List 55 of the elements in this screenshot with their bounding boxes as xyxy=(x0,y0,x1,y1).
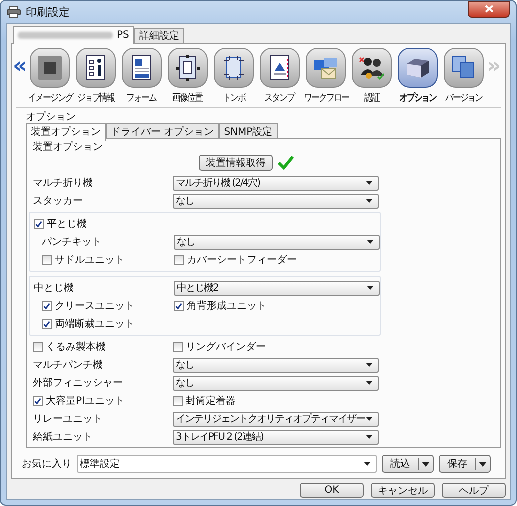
field-label: リレーユニット xyxy=(33,413,104,426)
field-label: パンチキット xyxy=(41,236,103,249)
checkbox-label: 大容量PIユニット xyxy=(46,394,125,408)
split-button[interactable]: 読込 xyxy=(382,455,434,473)
field-label: マルチ折り機 xyxy=(33,176,94,190)
toolbar-item[interactable]: ジョブ情報 xyxy=(73,48,119,105)
toolbar-item[interactable]: トンボ xyxy=(211,48,257,105)
split-button[interactable]: 保存 xyxy=(439,455,491,473)
toolbar-item[interactable]: 認証 xyxy=(349,48,395,105)
dropdown[interactable]: インテリジェントクオリティオプティマイザー xyxy=(173,412,379,426)
dropdown[interactable]: なし xyxy=(173,376,379,390)
checkbox-label: 角背形成ユニット xyxy=(187,300,267,313)
toolbar-item[interactable]: スタンプ xyxy=(257,48,303,105)
checkbox-label: 平とじ機 xyxy=(47,218,87,231)
dropdown[interactable]: なし xyxy=(173,358,379,372)
tab[interactable]: 装置オプション xyxy=(26,123,106,141)
dialog-button[interactable]: OK xyxy=(300,483,364,498)
checkbox-label: 両端断裁ユニット xyxy=(55,318,135,331)
dialog-button[interactable]: キャンセル xyxy=(371,483,435,498)
dropdown[interactable]: 3トレイPFU 2 (2連結) xyxy=(173,430,379,444)
field-label: 中とじ機 xyxy=(34,282,75,295)
field-label: マルチパンチ機 xyxy=(33,358,104,372)
favorites-label: お気に入り xyxy=(22,458,72,471)
tab-label: PS xyxy=(117,30,130,41)
panel-title: 装置オプション xyxy=(32,140,104,154)
toolbar-item[interactable]: ワークフロー xyxy=(303,48,349,105)
checkbox-label: リングバインダー xyxy=(186,341,266,354)
toolbar-item[interactable]: フォーム xyxy=(119,48,165,105)
tab-label: 詳細設定 xyxy=(139,30,180,43)
fetch-device-info-button[interactable]: 装置情報取得 xyxy=(199,155,273,171)
previous-button[interactable]: « xyxy=(13,48,27,86)
checkbox-label: クリースユニット xyxy=(55,300,135,313)
field-label: 給紙ユニット xyxy=(33,431,94,444)
field-label: スタッカー xyxy=(33,195,84,208)
tab[interactable]: SNMP設定 xyxy=(219,123,278,138)
favorites-dropdown[interactable]: 標準設定 xyxy=(77,455,377,473)
dialog-button[interactable]: ヘルプ xyxy=(442,483,506,498)
dropdown[interactable]: なし xyxy=(173,194,379,208)
tab[interactable]: ドライバー オプション xyxy=(106,123,220,138)
tab[interactable]: PS xyxy=(13,26,134,44)
toolbar-item[interactable]: オプション xyxy=(395,48,441,105)
field-label: 外部フィニッシャー xyxy=(33,376,124,390)
toolbar-item[interactable]: バージョン xyxy=(441,48,487,105)
toolbar-item[interactable]: イメージング xyxy=(27,48,73,105)
checkbox-label: 封筒定着器 xyxy=(186,394,236,408)
checkbox-label: カバーシートフィーダー xyxy=(187,254,297,267)
group-title: オプション xyxy=(26,110,77,123)
dropdown[interactable]: なし xyxy=(174,234,380,250)
checkbox-label: くるみ製本機 xyxy=(46,340,106,354)
tab[interactable]: 詳細設定 xyxy=(134,28,184,43)
dropdown[interactable]: 中とじ機2 xyxy=(174,280,380,296)
window-title: 印刷設定 xyxy=(26,4,70,20)
dropdown[interactable]: マルチ折り機 (2/4穴) xyxy=(173,176,379,190)
checkbox-label: サドルユニット xyxy=(55,254,125,267)
toolbar-item[interactable]: 画像位置 xyxy=(165,48,211,105)
